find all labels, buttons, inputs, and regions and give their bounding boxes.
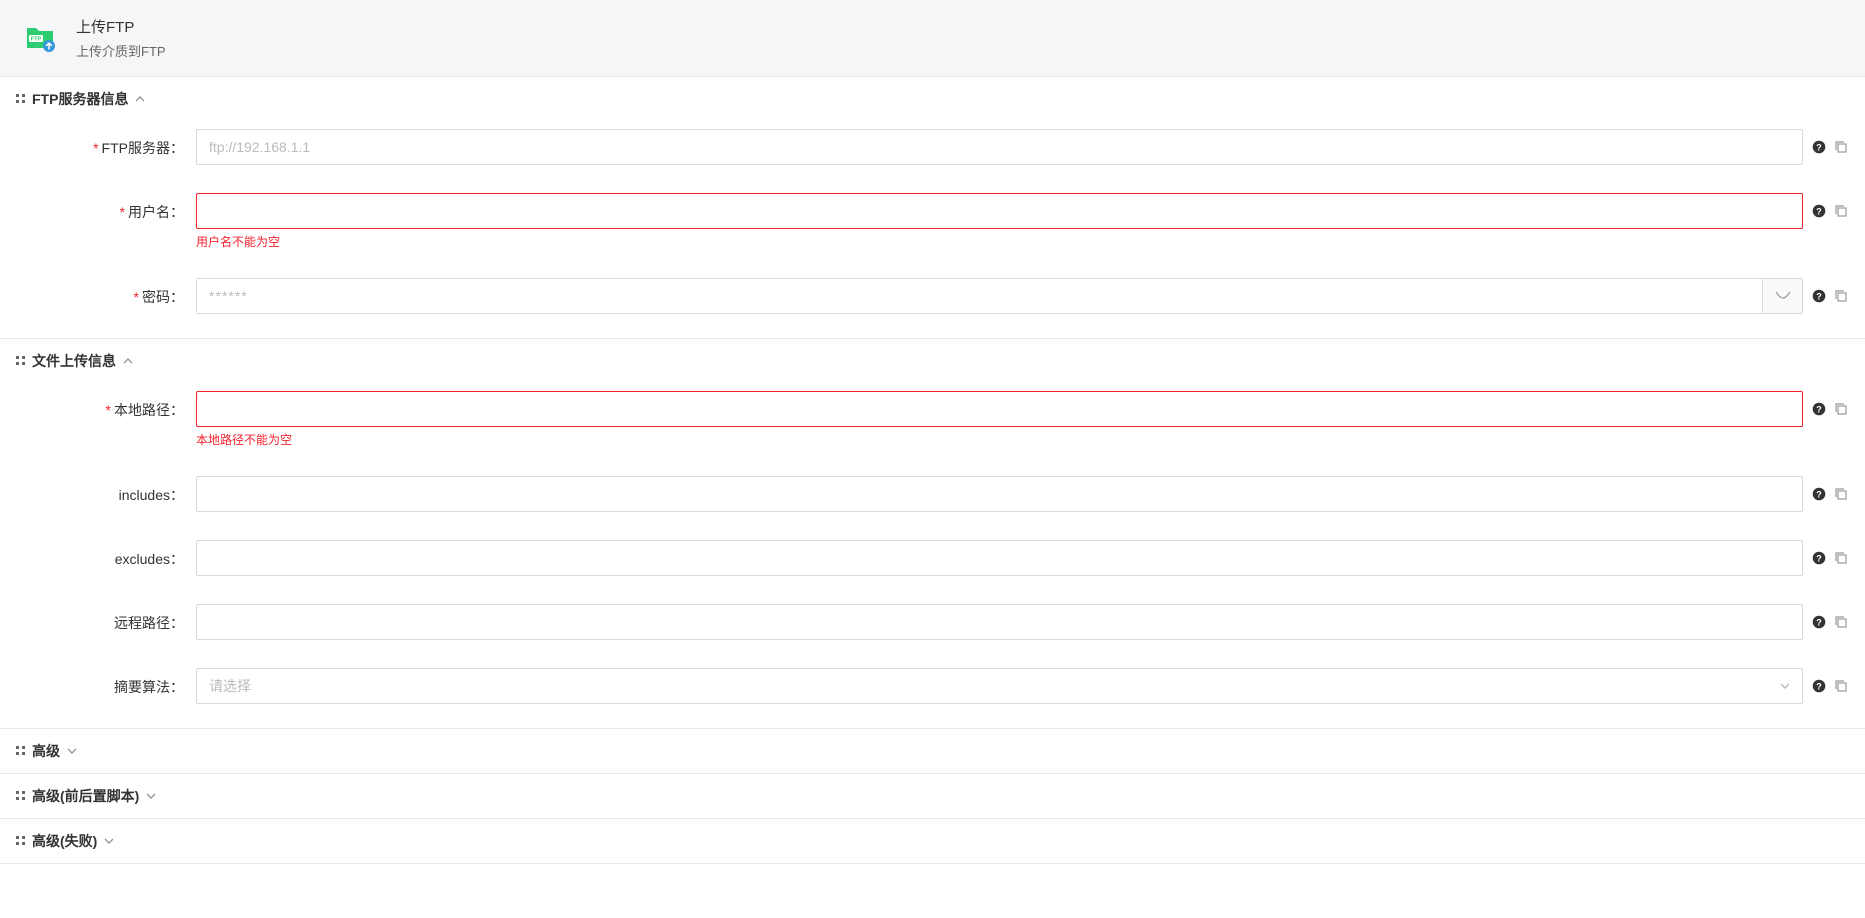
chevron-down-icon (103, 835, 115, 847)
help-icon[interactable]: ? (1811, 401, 1827, 417)
label-digest: 摘要算法： (16, 668, 196, 697)
section-header-server[interactable]: FTP服务器信息 (0, 77, 1865, 121)
drag-handle-icon (16, 746, 26, 756)
label-remotepath: 远程路径： (16, 604, 196, 633)
copy-icon[interactable] (1833, 401, 1849, 417)
field-remotepath: 远程路径： ? (16, 604, 1849, 640)
svg-text:?: ? (1816, 405, 1822, 415)
chevron-up-icon (134, 93, 146, 105)
section-title: 高级 (32, 741, 60, 761)
password-input[interactable] (197, 279, 1762, 313)
section-server-info: FTP服务器信息 *FTP服务器： ? *用户名： (0, 77, 1865, 339)
section-title: 文件上传信息 (32, 351, 116, 371)
field-includes: includes： ? (16, 476, 1849, 512)
field-digest: 摘要算法： 请选择 ? (16, 668, 1849, 704)
label-ftp-server: *FTP服务器： (16, 129, 196, 158)
error-localpath: 本地路径不能为空 (196, 431, 1849, 448)
label-username: *用户名： (16, 193, 196, 222)
copy-icon[interactable] (1833, 678, 1849, 694)
svg-text:?: ? (1816, 143, 1822, 153)
label-localpath: *本地路径： (16, 391, 196, 420)
svg-text:?: ? (1816, 207, 1822, 217)
page-subtitle: 上传介质到FTP (76, 41, 166, 60)
field-ftp-server: *FTP服务器： ? (16, 129, 1849, 165)
page-header: FTP 上传FTP 上传介质到FTP (0, 0, 1865, 77)
remotepath-input[interactable] (196, 604, 1803, 640)
username-input[interactable] (196, 193, 1803, 229)
chevron-down-icon (145, 790, 157, 802)
drag-handle-icon (16, 791, 26, 801)
help-icon[interactable]: ? (1811, 139, 1827, 155)
section-body-upload: *本地路径： ? 本地路径不能为空 includes： ? (0, 383, 1865, 728)
section-body-server: *FTP服务器： ? *用户名： ? (0, 121, 1865, 338)
field-excludes: excludes： ? (16, 540, 1849, 576)
help-icon[interactable]: ? (1811, 288, 1827, 304)
label-excludes: excludes： (16, 540, 196, 569)
chevron-down-icon (66, 745, 78, 757)
section-title: 高级(前后置脚本) (32, 786, 139, 806)
section-header-advanced-script[interactable]: 高级(前后置脚本) (0, 774, 1865, 818)
section-advanced-failure: 高级(失败) (0, 819, 1865, 864)
ftp-icon: FTP (24, 22, 56, 54)
label-includes: includes： (16, 476, 196, 505)
copy-icon[interactable] (1833, 288, 1849, 304)
copy-icon[interactable] (1833, 203, 1849, 219)
chevron-down-icon (1780, 678, 1790, 694)
copy-icon[interactable] (1833, 139, 1849, 155)
reveal-password-button[interactable] (1762, 279, 1802, 313)
section-header-advanced-failure[interactable]: 高级(失败) (0, 819, 1865, 863)
drag-handle-icon (16, 94, 26, 104)
drag-handle-icon (16, 836, 26, 846)
section-header-upload[interactable]: 文件上传信息 (0, 339, 1865, 383)
excludes-input[interactable] (196, 540, 1803, 576)
copy-icon[interactable] (1833, 614, 1849, 630)
svg-text:?: ? (1816, 554, 1822, 564)
select-placeholder: 请选择 (209, 676, 251, 696)
help-icon[interactable]: ? (1811, 678, 1827, 694)
help-icon[interactable]: ? (1811, 203, 1827, 219)
help-icon[interactable]: ? (1811, 550, 1827, 566)
drag-handle-icon (16, 356, 26, 366)
label-password: *密码： (16, 278, 196, 307)
ftp-server-input[interactable] (196, 129, 1803, 165)
error-username: 用户名不能为空 (196, 233, 1849, 250)
field-localpath: *本地路径： ? 本地路径不能为空 (16, 391, 1849, 448)
localpath-input[interactable] (196, 391, 1803, 427)
svg-text:?: ? (1816, 682, 1822, 692)
svg-text:FTP: FTP (31, 37, 42, 43)
digest-select[interactable]: 请选择 (196, 668, 1803, 704)
svg-text:?: ? (1816, 618, 1822, 628)
copy-icon[interactable] (1833, 486, 1849, 502)
help-icon[interactable]: ? (1811, 614, 1827, 630)
section-header-advanced[interactable]: 高级 (0, 729, 1865, 773)
includes-input[interactable] (196, 476, 1803, 512)
page-title: 上传FTP (76, 16, 166, 37)
section-title: 高级(失败) (32, 831, 97, 851)
svg-text:?: ? (1816, 292, 1822, 302)
copy-icon[interactable] (1833, 550, 1849, 566)
field-password: *密码： ? (16, 278, 1849, 314)
header-text: 上传FTP 上传介质到FTP (76, 16, 166, 60)
section-title: FTP服务器信息 (32, 89, 128, 109)
field-username: *用户名： ? 用户名不能为空 (16, 193, 1849, 250)
svg-text:?: ? (1816, 490, 1822, 500)
chevron-up-icon (122, 355, 134, 367)
section-advanced: 高级 (0, 729, 1865, 774)
section-advanced-script: 高级(前后置脚本) (0, 774, 1865, 819)
help-icon[interactable]: ? (1811, 486, 1827, 502)
section-upload-info: 文件上传信息 *本地路径： ? 本地路径不能为空 includes： (0, 339, 1865, 729)
